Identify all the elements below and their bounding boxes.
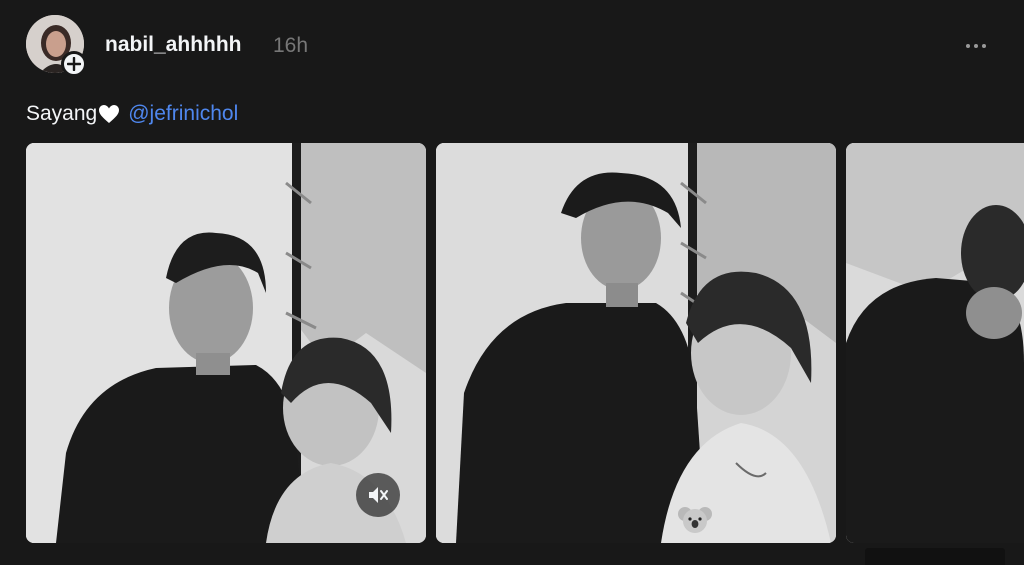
carousel-photo-2[interactable] [436, 143, 836, 543]
plus-icon [67, 57, 81, 71]
more-horizontal-icon-dot [982, 44, 986, 48]
avatar-container[interactable] [26, 15, 87, 77]
post-timestamp: 16h [273, 34, 309, 57]
mute-toggle-button[interactable] [356, 473, 400, 517]
username-link[interactable]: nabil_ahhhhh [105, 33, 242, 57]
post-caption: Sayang @jefrinichol [26, 102, 238, 126]
carousel-photo-3[interactable] [846, 143, 1024, 543]
more-horizontal-icon-dot [974, 44, 978, 48]
photo-image [846, 143, 1024, 543]
carousel-video-1[interactable] [26, 143, 426, 543]
speaker-muted-icon [369, 487, 388, 503]
more-horizontal-icon [966, 44, 970, 48]
white-heart-icon [98, 104, 120, 124]
photo-image [436, 143, 836, 543]
mention-link[interactable]: @jefrinichol [128, 102, 238, 126]
thread-post: nabil_ahhhhh 16h Sayang @jefrinichol [0, 0, 1024, 565]
caption-text: Sayang [26, 102, 98, 125]
follow-button[interactable] [61, 51, 87, 77]
more-options-button[interactable] [960, 34, 992, 58]
post-header: nabil_ahhhhh 16h [0, 0, 1024, 90]
koala-icon [676, 501, 714, 539]
bottom-overlay-bar [865, 548, 1005, 565]
media-carousel[interactable] [26, 143, 1024, 543]
